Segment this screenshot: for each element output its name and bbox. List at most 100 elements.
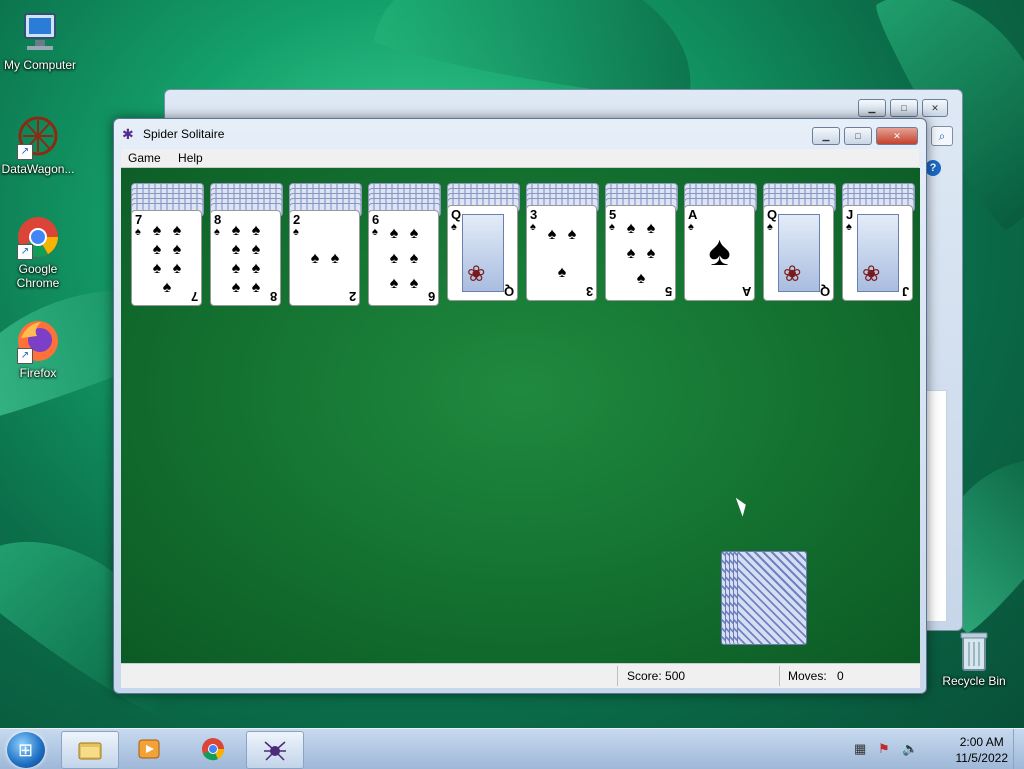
show-desktop-button[interactable]: [1013, 729, 1024, 769]
face-up-card[interactable]: Q ♠ Q ❀: [447, 205, 518, 301]
stock-pile[interactable]: [721, 551, 807, 645]
face-up-card[interactable]: 3 ♠ 3 ♠ ♠ ♠: [526, 205, 597, 301]
desktop-icon-chrome[interactable]: ↗ Google Chrome: [0, 214, 78, 290]
desktop-icon-label: My Computer: [3, 58, 77, 72]
game-board[interactable]: 7 ♠ 7 ♠ ♠ ♠ ♠ ♠ ♠ ♠ 8 ♠ 8 ♠ ♠ ♠ ♠ ♠ ♠ ♠ ♠ 2 ♠ 2 ♠ ♠ 6 ♠ 6 ♠ ♠ ♠ ♠ ♠ ♠ Q ♠ Q ❀ 3…: [121, 168, 920, 663]
clock-date: 11/5/2022: [955, 751, 1009, 765]
face-up-card[interactable]: 2 ♠ 2 ♠ ♠: [289, 210, 360, 306]
bg-window-buttons: ▁ □ ✕: [858, 99, 948, 117]
card-rank: Q: [767, 207, 778, 222]
status-bar: Score: 500 Moves: 0: [121, 663, 920, 688]
face-up-card[interactable]: Q ♠ Q ❀: [763, 205, 834, 301]
spade-icon: ♠: [567, 226, 577, 243]
card-rank: Q: [503, 284, 514, 299]
card-suit-icon: ♠: [214, 226, 220, 238]
volume-icon[interactable]: 🔈: [902, 742, 918, 756]
desktop-icon-label: Google Chrome: [16, 262, 60, 290]
spade-icon: ♠: [330, 250, 340, 267]
card-suit-icon: ♠: [372, 226, 378, 238]
menu-help[interactable]: Help: [171, 149, 210, 167]
card-rank: 3: [585, 284, 593, 299]
card-rank: 2: [348, 289, 356, 304]
menu-game[interactable]: Game: [121, 149, 168, 167]
start-button[interactable]: ⊞: [7, 732, 45, 768]
spade-icon: ♠: [162, 278, 172, 296]
desktop-icon-my-computer[interactable]: My Computer: [0, 10, 80, 72]
card-rank: 2: [293, 212, 301, 227]
spade-icon: ♠: [152, 259, 162, 277]
minimize-button[interactable]: ▁: [858, 99, 886, 117]
close-button[interactable]: ✕: [922, 99, 948, 117]
card-suit-icon: ♠: [767, 221, 773, 233]
spade-icon: ♠: [231, 259, 241, 277]
card-pips: ♠ ♠ ♠ ♠ ♠ ♠ ♠: [147, 221, 187, 297]
spade-icon: ♠: [231, 221, 241, 239]
taskbar-spider-solitaire[interactable]: [246, 731, 304, 769]
system-tray: ▦ ⚑ 🔈 2:00 AM 11/5/2022: [854, 729, 1024, 769]
maximize-button[interactable]: □: [890, 99, 918, 117]
shortcut-arrow-icon: ↗: [17, 348, 33, 364]
status-separator: [617, 666, 618, 686]
help-icon[interactable]: ?: [925, 160, 941, 176]
spade-icon: ♠: [231, 240, 241, 258]
spade-icon: ♠: [251, 240, 261, 258]
search-icon[interactable]: ⌕: [931, 126, 953, 146]
spade-icon: ♠: [636, 270, 646, 288]
spade-icon: ♠: [409, 275, 419, 293]
spade-icon: ♠: [626, 219, 636, 237]
folder-icon: [78, 738, 102, 762]
face-up-card[interactable]: 6 ♠ 6 ♠ ♠ ♠ ♠ ♠ ♠: [368, 210, 439, 306]
spade-icon: ♠: [251, 259, 261, 277]
face-up-card[interactable]: 7 ♠ 7 ♠ ♠ ♠ ♠ ♠ ♠ ♠: [131, 210, 202, 306]
title-bar[interactable]: ✱ Spider Solitaire ▁ □ ✕: [114, 119, 926, 149]
computer-icon: [17, 10, 63, 56]
face-up-card[interactable]: A ♠ A ♠: [684, 205, 755, 301]
card-rank: 7: [190, 289, 198, 304]
card-suit-icon: ♠: [451, 221, 457, 233]
card-rank: A: [741, 284, 751, 299]
taskbar-chrome[interactable]: [185, 731, 241, 767]
chrome-icon: [201, 737, 225, 761]
bg-window-panel: [925, 390, 947, 622]
card-suit-icon: ♠: [135, 226, 141, 238]
card-rank: J: [901, 284, 909, 299]
taskbar-explorer[interactable]: [61, 731, 119, 769]
desktop-icon-label: Firefox: [19, 366, 57, 380]
face-up-card[interactable]: 5 ♠ 5 ♠ ♠ ♠ ♠ ♠: [605, 205, 676, 301]
close-button[interactable]: ✕: [876, 127, 918, 145]
minimize-button[interactable]: ▁: [812, 127, 840, 145]
window-title: Spider Solitaire: [143, 127, 225, 141]
card-rank: 5: [664, 284, 672, 299]
face-up-card[interactable]: 8 ♠ 8 ♠ ♠ ♠ ♠ ♠ ♠ ♠ ♠: [210, 210, 281, 306]
card-suit-icon: ♠: [846, 221, 852, 233]
face-card-art: ❀: [857, 214, 899, 292]
datawagon-icon: ↗: [15, 114, 61, 160]
taskbar-media-player[interactable]: [121, 731, 177, 767]
flower-icon: ❀: [783, 261, 802, 286]
spade-icon: ♠: [409, 224, 419, 242]
network-icon[interactable]: ▦: [854, 742, 870, 756]
windows-logo-icon: ⊞: [18, 740, 34, 760]
menu-bar: Game Help: [121, 149, 919, 168]
desktop-icon-label: DataWagon...: [1, 162, 75, 176]
spade-icon: ♠: [389, 224, 399, 242]
action-center-flag-icon[interactable]: ⚑: [878, 742, 894, 756]
spade-icon: ♠: [172, 259, 182, 277]
card-suit-icon: ♠: [609, 221, 615, 233]
desktop-icon-label: Recycle Bin: [942, 674, 1006, 688]
desktop-icon-datawagon[interactable]: ↗ DataWagon...: [0, 114, 78, 176]
desktop-icon-recycle-bin[interactable]: Recycle Bin: [934, 630, 1014, 688]
clock[interactable]: 2:00 AM 11/5/2022: [956, 734, 1009, 766]
spider-solitaire-window[interactable]: ✱ Spider Solitaire ▁ □ ✕ Game Help 7 ♠ 7 ♠ ♠…: [113, 118, 927, 694]
desktop-icon-firefox[interactable]: ↗ Firefox: [0, 318, 78, 380]
face-up-card[interactable]: J ♠ J ❀: [842, 205, 913, 301]
card-suit-icon: ♠: [530, 221, 536, 233]
stock-card-back: [737, 551, 807, 645]
card-rank: Q: [819, 284, 830, 299]
shortcut-arrow-icon: ↗: [17, 144, 33, 160]
spade-icon: ♠: [646, 244, 656, 262]
clock-time: 2:00 AM: [959, 735, 1004, 749]
flower-icon: ❀: [467, 261, 486, 286]
card-rank: 3: [530, 207, 538, 222]
maximize-button[interactable]: □: [844, 127, 872, 145]
